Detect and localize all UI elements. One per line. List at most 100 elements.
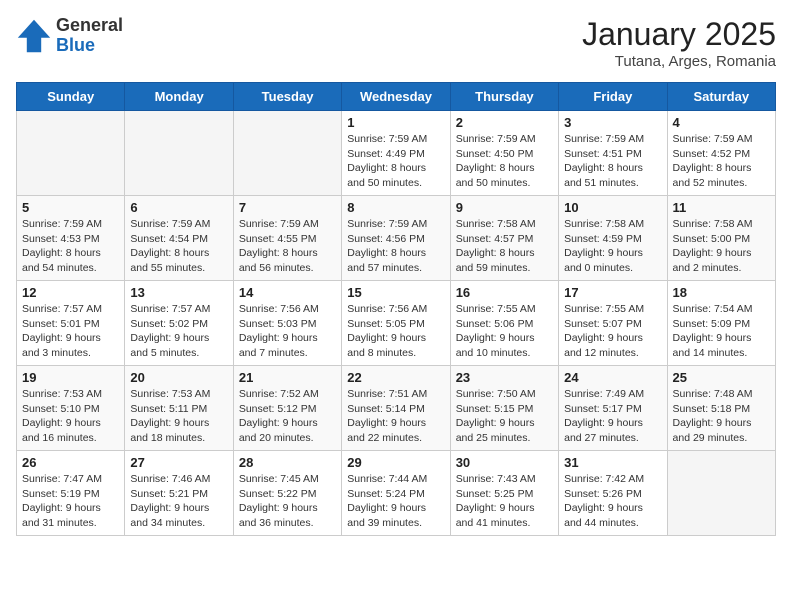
weekday-header-saturday: Saturday [667, 83, 775, 111]
calendar-cell: 22Sunrise: 7:51 AM Sunset: 5:14 PM Dayli… [342, 366, 450, 451]
calendar-cell: 12 Sunrise: 7:57 AM Sunset: 5:01 PM Dayli… [17, 281, 125, 366]
calendar-cell: 4Sunrise: 7:59 AM Sunset: 4:52 PM Daylig… [667, 111, 775, 196]
calendar-cell: 15Sunrise: 7:56 AM Sunset: 5:05 PM Dayli… [342, 281, 450, 366]
calendar-cell: 20Sunrise: 7:53 AM Sunset: 5:11 PM Dayli… [125, 366, 233, 451]
calendar-cell: 10 Sunrise: 7:58 AM Sunset: 4:59 PM Dayli… [559, 196, 667, 281]
day-info: Sunrise: 7:56 AM Sunset: 5:03 PM Dayligh… [239, 302, 336, 361]
weekday-header-thursday: Thursday [450, 83, 558, 111]
day-info: Sunrise: 7:58 AM Sunset: 4:59 PM Dayligh… [564, 217, 661, 276]
calendar-cell: 13 Sunrise: 7:57 AM Sunset: 5:02 PM Dayli… [125, 281, 233, 366]
calendar-cell [17, 111, 125, 196]
day-number: 11 [673, 200, 770, 215]
weekday-header-row: SundayMondayTuesdayWednesdayThursdayFrid… [17, 83, 776, 111]
day-number: 8 [347, 200, 444, 215]
day-number: 4 [673, 115, 770, 130]
day-info: Sunrise: 7:50 AM Sunset: 5:15 PM Dayligh… [456, 387, 553, 446]
day-info: Sunrise: 7:59 AM Sunset: 4:54 PM Dayligh… [130, 217, 227, 276]
day-info: Sunrise: 7:59 AM Sunset: 4:50 PM Dayligh… [456, 132, 553, 191]
calendar-cell: 28Sunrise: 7:45 AM Sunset: 5:22 PM Dayli… [233, 451, 341, 536]
day-number: 2 [456, 115, 553, 130]
calendar-cell: 9Sunrise: 7:58 AM Sunset: 4:57 PM Daylig… [450, 196, 558, 281]
day-info: Sunrise: 7:57 AM Sunset: 5:02 PM Dayligh… [130, 302, 227, 361]
day-info: Sunrise: 7:55 AM Sunset: 5:06 PM Dayligh… [456, 302, 553, 361]
calendar-cell: 5 Sunrise: 7:59 AM Sunset: 4:53 PM Daylig… [17, 196, 125, 281]
calendar-cell: 11 Sunrise: 7:58 AM Sunset: 5:00 PM Dayli… [667, 196, 775, 281]
day-number: 1 [347, 115, 444, 130]
day-number: 6 [130, 200, 227, 215]
day-number: 30 [456, 455, 553, 470]
weekday-header-tuesday: Tuesday [233, 83, 341, 111]
calendar-cell: 23 Sunrise: 7:50 AM Sunset: 5:15 PM Dayli… [450, 366, 558, 451]
calendar-cell: 17Sunrise: 7:55 AM Sunset: 5:07 PM Dayli… [559, 281, 667, 366]
weekday-header-friday: Friday [559, 83, 667, 111]
day-info: Sunrise: 7:48 AM Sunset: 5:18 PM Dayligh… [673, 387, 770, 446]
day-info: Sunrise: 7:59 AM Sunset: 4:49 PM Dayligh… [347, 132, 444, 191]
day-number: 23 [456, 370, 553, 385]
week-row-1: 1 Sunrise: 7:59 AM Sunset: 4:49 PM Daylig… [17, 111, 776, 196]
location-subtitle: Tutana, Arges, Romania [582, 53, 776, 70]
calendar-cell: 7 Sunrise: 7:59 AM Sunset: 4:55 PM Daylig… [233, 196, 341, 281]
day-info: Sunrise: 7:54 AM Sunset: 5:09 PM Dayligh… [673, 302, 770, 361]
calendar-cell: 14 Sunrise: 7:56 AM Sunset: 5:03 PM Dayli… [233, 281, 341, 366]
day-info: Sunrise: 7:59 AM Sunset: 4:51 PM Dayligh… [564, 132, 661, 191]
day-number: 9 [456, 200, 553, 215]
calendar-cell: 26 Sunrise: 7:47 AM Sunset: 5:19 PM Dayli… [17, 451, 125, 536]
day-info: Sunrise: 7:51 AM Sunset: 5:14 PM Dayligh… [347, 387, 444, 446]
day-info: Sunrise: 7:53 AM Sunset: 5:10 PM Dayligh… [22, 387, 119, 446]
day-info: Sunrise: 7:42 AM Sunset: 5:26 PM Dayligh… [564, 472, 661, 531]
day-number: 29 [347, 455, 444, 470]
calendar-cell: 1 Sunrise: 7:59 AM Sunset: 4:49 PM Daylig… [342, 111, 450, 196]
day-info: Sunrise: 7:52 AM Sunset: 5:12 PM Dayligh… [239, 387, 336, 446]
day-number: 13 [130, 285, 227, 300]
day-number: 16 [456, 285, 553, 300]
calendar-cell: 19 Sunrise: 7:53 AM Sunset: 5:10 PM Dayli… [17, 366, 125, 451]
day-info: Sunrise: 7:59 AM Sunset: 4:55 PM Dayligh… [239, 217, 336, 276]
calendar-cell: 3 Sunrise: 7:59 AM Sunset: 4:51 PM Daylig… [559, 111, 667, 196]
day-info: Sunrise: 7:59 AM Sunset: 4:53 PM Dayligh… [22, 217, 119, 276]
day-number: 18 [673, 285, 770, 300]
calendar-cell [667, 451, 775, 536]
calendar-cell: 25Sunrise: 7:48 AM Sunset: 5:18 PM Dayli… [667, 366, 775, 451]
day-number: 27 [130, 455, 227, 470]
day-number: 21 [239, 370, 336, 385]
calendar-cell: 16 Sunrise: 7:55 AM Sunset: 5:06 PM Dayli… [450, 281, 558, 366]
calendar-cell [125, 111, 233, 196]
day-info: Sunrise: 7:44 AM Sunset: 5:24 PM Dayligh… [347, 472, 444, 531]
day-info: Sunrise: 7:58 AM Sunset: 5:00 PM Dayligh… [673, 217, 770, 276]
weekday-header-wednesday: Wednesday [342, 83, 450, 111]
day-info: Sunrise: 7:49 AM Sunset: 5:17 PM Dayligh… [564, 387, 661, 446]
calendar-cell: 2 Sunrise: 7:59 AM Sunset: 4:50 PM Daylig… [450, 111, 558, 196]
day-number: 12 [22, 285, 119, 300]
day-number: 10 [564, 200, 661, 215]
day-number: 14 [239, 285, 336, 300]
day-number: 17 [564, 285, 661, 300]
logo-text: General Blue [56, 16, 123, 56]
day-number: 28 [239, 455, 336, 470]
logo-blue: Blue [56, 36, 123, 56]
weekday-header-monday: Monday [125, 83, 233, 111]
day-number: 19 [22, 370, 119, 385]
week-row-3: 12 Sunrise: 7:57 AM Sunset: 5:01 PM Dayli… [17, 281, 776, 366]
calendar-table: SundayMondayTuesdayWednesdayThursdayFrid… [16, 82, 776, 536]
logo-icon [16, 18, 52, 54]
calendar-cell: 6 Sunrise: 7:59 AM Sunset: 4:54 PM Daylig… [125, 196, 233, 281]
page-header: General Blue January 2025 Tutana, Arges,… [16, 16, 776, 70]
day-info: Sunrise: 7:46 AM Sunset: 5:21 PM Dayligh… [130, 472, 227, 531]
week-row-4: 19 Sunrise: 7:53 AM Sunset: 5:10 PM Dayli… [17, 366, 776, 451]
day-number: 7 [239, 200, 336, 215]
calendar-cell: 24Sunrise: 7:49 AM Sunset: 5:17 PM Dayli… [559, 366, 667, 451]
day-number: 5 [22, 200, 119, 215]
day-info: Sunrise: 7:47 AM Sunset: 5:19 PM Dayligh… [22, 472, 119, 531]
calendar-cell [233, 111, 341, 196]
calendar-cell: 21 Sunrise: 7:52 AM Sunset: 5:12 PM Dayli… [233, 366, 341, 451]
day-info: Sunrise: 7:57 AM Sunset: 5:01 PM Dayligh… [22, 302, 119, 361]
day-number: 26 [22, 455, 119, 470]
weekday-header-sunday: Sunday [17, 83, 125, 111]
calendar-cell: 29 Sunrise: 7:44 AM Sunset: 5:24 PM Dayli… [342, 451, 450, 536]
calendar-cell: 18 Sunrise: 7:54 AM Sunset: 5:09 PM Dayli… [667, 281, 775, 366]
day-number: 3 [564, 115, 661, 130]
title-block: January 2025 Tutana, Arges, Romania [582, 16, 776, 70]
logo-general: General [56, 16, 123, 36]
week-row-5: 26 Sunrise: 7:47 AM Sunset: 5:19 PM Dayli… [17, 451, 776, 536]
day-info: Sunrise: 7:43 AM Sunset: 5:25 PM Dayligh… [456, 472, 553, 531]
